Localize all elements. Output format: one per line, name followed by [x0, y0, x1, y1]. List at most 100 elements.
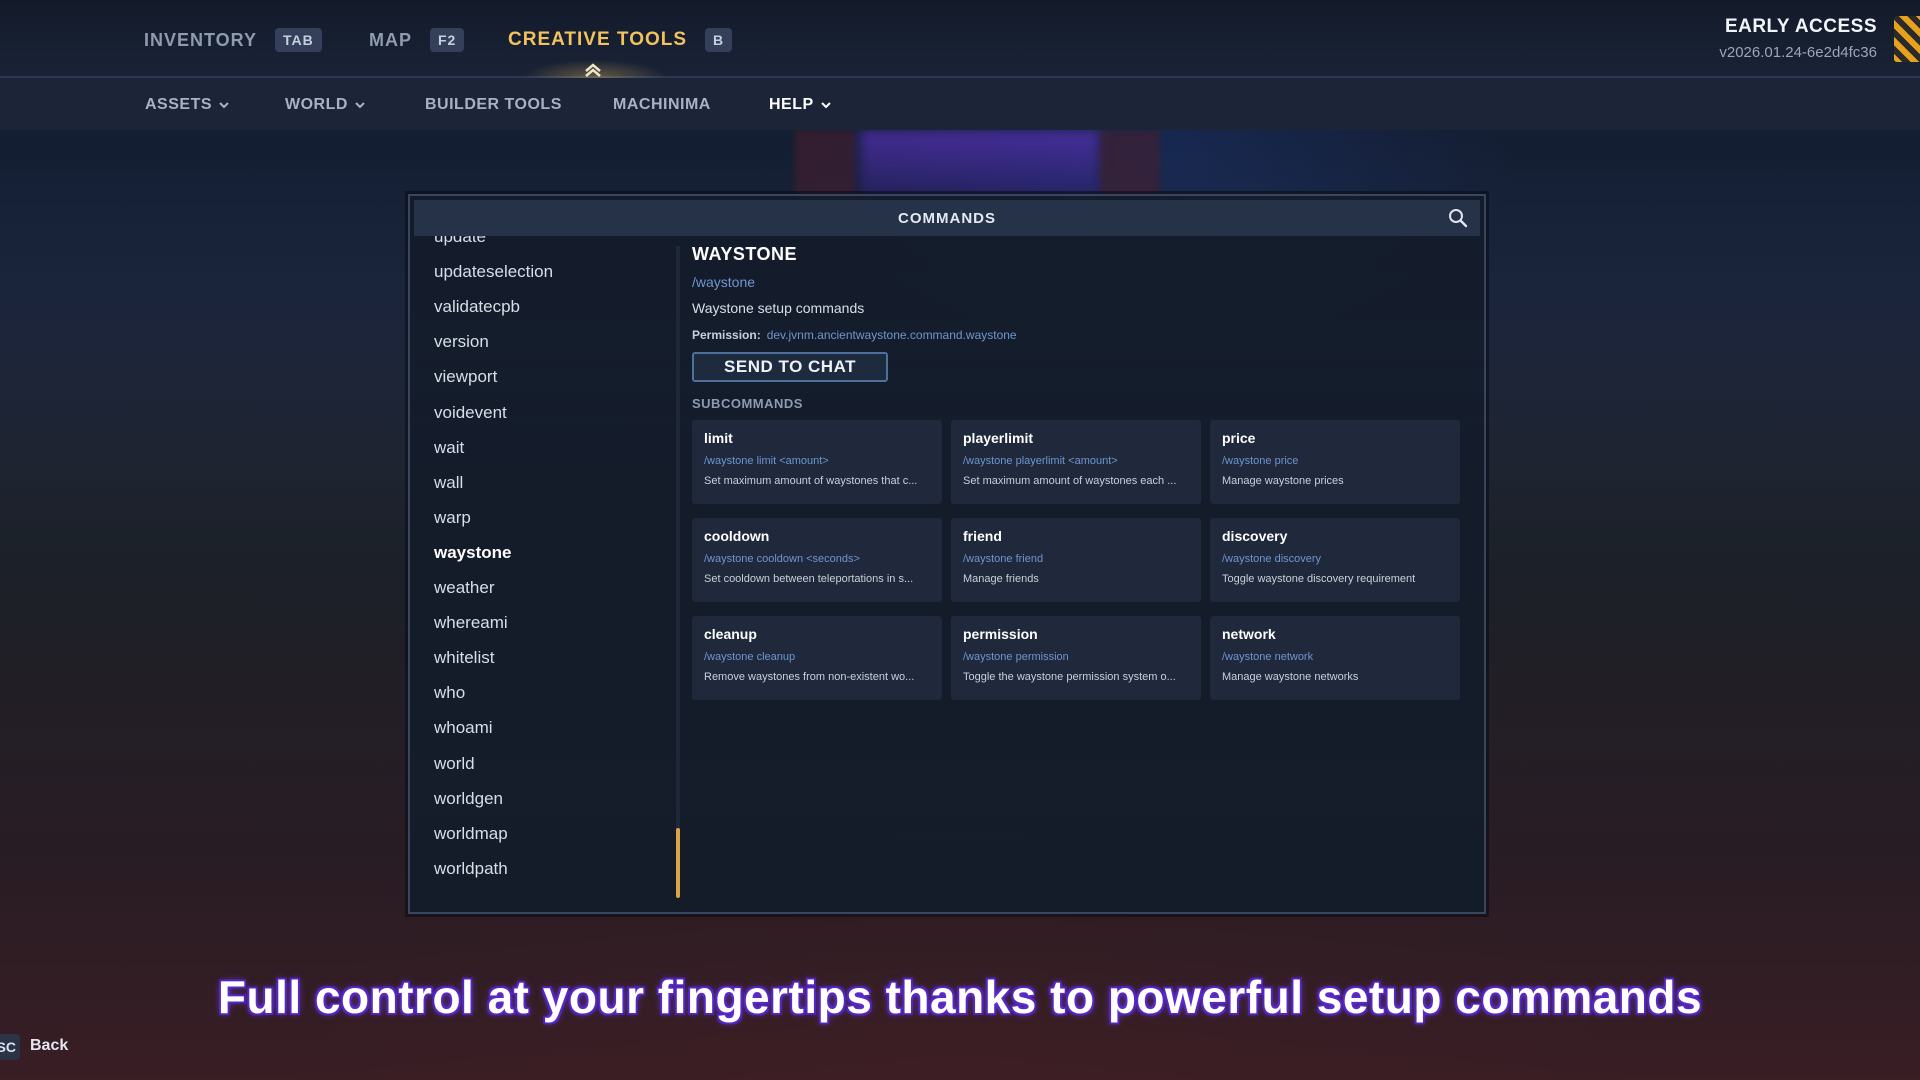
- subcommand-description: Set maximum amount of waystones that c..…: [704, 475, 918, 487]
- command-detail-permission: Permission: dev.jvnm.ancientwaystone.comm…: [692, 328, 1017, 342]
- background-portal: [860, 130, 1100, 200]
- menu-builder-tools-label: BUILDER TOOLS: [425, 96, 562, 113]
- subcommand-name: cooldown: [704, 528, 770, 544]
- promo-caption: Full control at your fingertips thanks t…: [217, 971, 1703, 1023]
- subcommand-card-cooldown[interactable]: cooldown/waystone cooldown <seconds> Set …: [692, 518, 942, 602]
- menu-assets-label: ASSETS: [145, 96, 213, 113]
- menu-machinima[interactable]: MACHINIMA: [613, 96, 711, 114]
- tab-creative-tools[interactable]: CREATIVE TOOLS B: [508, 28, 733, 52]
- tab-inventory[interactable]: INVENTORY TAB: [144, 28, 322, 52]
- command-detail-usage: /waystone: [692, 274, 756, 290]
- subcommand-description: Toggle waystone discovery requirement: [1222, 573, 1416, 585]
- subcommand-usage: /waystone cleanup: [704, 651, 796, 663]
- command-list-scrollbar[interactable]: [676, 828, 680, 898]
- subcommand-description: Set maximum amount of waystones each ...: [963, 475, 1177, 487]
- subcommand-name: network: [1222, 626, 1276, 642]
- command-list-item[interactable]: whoami: [434, 713, 664, 743]
- menu-help-label: HELP: [769, 96, 814, 113]
- subcommand-description: Remove waystones from non-existent wo...: [704, 671, 915, 683]
- command-list-item[interactable]: worldgen: [434, 784, 664, 814]
- subcommand-description: Toggle the waystone permission system o.…: [963, 671, 1176, 683]
- tab-creative-tools-key: B: [705, 28, 733, 52]
- chevron-down-icon: [355, 102, 365, 109]
- subcommand-name: friend: [963, 528, 1002, 544]
- permission-label: Permission:: [692, 328, 761, 342]
- tab-inventory-label: INVENTORY: [144, 29, 258, 50]
- subcommand-name: playerlimit: [963, 430, 1034, 446]
- command-list-item[interactable]: version: [434, 327, 664, 357]
- subcommand-usage: /waystone permission: [963, 651, 1069, 663]
- subcommand-card-network[interactable]: network/waystone network Manage waystone …: [1210, 616, 1460, 700]
- command-list-item[interactable]: whereami: [434, 608, 664, 638]
- command-list-item[interactable]: warp: [434, 503, 664, 533]
- tab-map-label: MAP: [369, 29, 412, 50]
- subcommand-description: Set cooldown between teleportations in s…: [704, 573, 914, 585]
- send-to-chat-button[interactable]: SEND TO CHAT: [692, 352, 888, 382]
- subcommand-description: Manage waystone prices: [1222, 475, 1344, 487]
- subcommand-description: Manage friends: [963, 573, 1039, 585]
- subcommand-usage: /waystone cooldown <seconds>: [704, 553, 860, 565]
- subcommand-card-cleanup[interactable]: cleanup/waystone cleanup Remove waystones…: [692, 616, 942, 700]
- tab-map[interactable]: MAP F2: [369, 28, 465, 52]
- command-list-item[interactable]: update: [434, 236, 664, 252]
- command-list-item[interactable]: voidevent: [434, 398, 664, 428]
- commands-panel-title: COMMANDS: [898, 209, 996, 227]
- command-list-item[interactable]: viewport: [434, 362, 664, 392]
- command-list[interactable]: update updateselection validatecpb version v…: [414, 236, 680, 908]
- command-list-item[interactable]: who: [434, 678, 664, 708]
- command-list-item[interactable]: wall: [434, 468, 664, 498]
- commands-panel-header: COMMANDS: [414, 200, 1480, 236]
- subcommand-name: limit: [704, 430, 733, 446]
- menu-machinima-label: MACHINIMA: [613, 96, 711, 113]
- active-tab-caret-icon: [585, 63, 601, 77]
- command-detail-title: WAYSTONE: [692, 244, 798, 264]
- subcommand-usage: /waystone playerlimit <amount>: [963, 455, 1118, 467]
- subcommand-name: permission: [963, 626, 1038, 642]
- early-access-info: EARLY ACCESS v2026.01.24-6e2d4fc36: [1719, 16, 1877, 61]
- background-pillar: [1100, 130, 1160, 200]
- command-list-item-selected[interactable]: waystone: [434, 538, 664, 568]
- permission-value: dev.jvnm.ancientwaystone.command.wayston…: [766, 328, 1017, 342]
- back-button[interactable]: Back: [30, 1037, 68, 1055]
- early-access-badge-icon: [1894, 16, 1920, 62]
- command-list-item[interactable]: world: [434, 749, 664, 779]
- subcommand-usage: /waystone friend: [963, 553, 1044, 565]
- command-list-item[interactable]: wait: [434, 433, 664, 463]
- command-list-scroll-track[interactable]: [676, 246, 680, 896]
- command-detail-description: Waystone setup commands: [692, 300, 865, 316]
- commands-panel: COMMANDS update updateselection validatecp…: [408, 194, 1486, 914]
- chevron-down-icon: [820, 102, 831, 109]
- subcommand-card-price[interactable]: price/waystone price Manage waystone pric…: [1210, 420, 1460, 504]
- back-key-hint: SC: [0, 1034, 20, 1060]
- subcommand-card-limit[interactable]: limit/waystone limit <amount> Set maximum…: [692, 420, 942, 504]
- tab-inventory-key: TAB: [275, 28, 322, 52]
- menu-help[interactable]: HELP: [769, 96, 832, 114]
- menu-world[interactable]: WORLD: [285, 96, 366, 114]
- version-label: v2026.01.24-6e2d4fc36: [1719, 44, 1877, 61]
- subcommand-usage: /waystone price: [1222, 455, 1299, 467]
- tab-creative-tools-label: CREATIVE TOOLS: [508, 29, 688, 50]
- command-list-item[interactable]: whitelist: [434, 643, 664, 673]
- command-list-item[interactable]: worldmap: [434, 819, 664, 849]
- menu-world-label: WORLD: [285, 96, 348, 113]
- command-list-item[interactable]: updateselection: [434, 257, 664, 287]
- tab-map-key: F2: [430, 28, 465, 52]
- command-list-item[interactable]: worldpath: [434, 854, 664, 884]
- subcommand-description: Manage waystone networks: [1222, 671, 1359, 683]
- subcommand-card-playerlimit[interactable]: playerlimit/waystone playerlimit <amount…: [951, 420, 1201, 504]
- subcommand-usage: /waystone network: [1222, 651, 1314, 663]
- subcommand-name: discovery: [1222, 528, 1288, 544]
- subcommand-card-friend[interactable]: friend/waystone friend Manage friends: [951, 518, 1201, 602]
- command-list-item[interactable]: validatecpb: [434, 292, 664, 322]
- chevron-down-icon: [219, 102, 229, 109]
- search-icon[interactable]: [1448, 208, 1468, 228]
- early-access-title: EARLY ACCESS: [1724, 16, 1877, 37]
- top-bar: INVENTORY TAB MAP F2 CREATIVE TOOLS B EA…: [0, 0, 1920, 78]
- subcommand-card-permission[interactable]: permission/waystone permission Toggle the…: [951, 616, 1201, 700]
- subcommand-usage: /waystone limit <amount>: [704, 455, 829, 467]
- subcommands-heading: SUBCOMMANDS: [692, 396, 803, 411]
- menu-assets[interactable]: ASSETS: [145, 96, 230, 114]
- command-list-item[interactable]: weather: [434, 573, 664, 603]
- menu-builder-tools[interactable]: BUILDER TOOLS: [425, 96, 562, 114]
- subcommand-card-discovery[interactable]: discovery/waystone discovery Toggle wayst…: [1210, 518, 1460, 602]
